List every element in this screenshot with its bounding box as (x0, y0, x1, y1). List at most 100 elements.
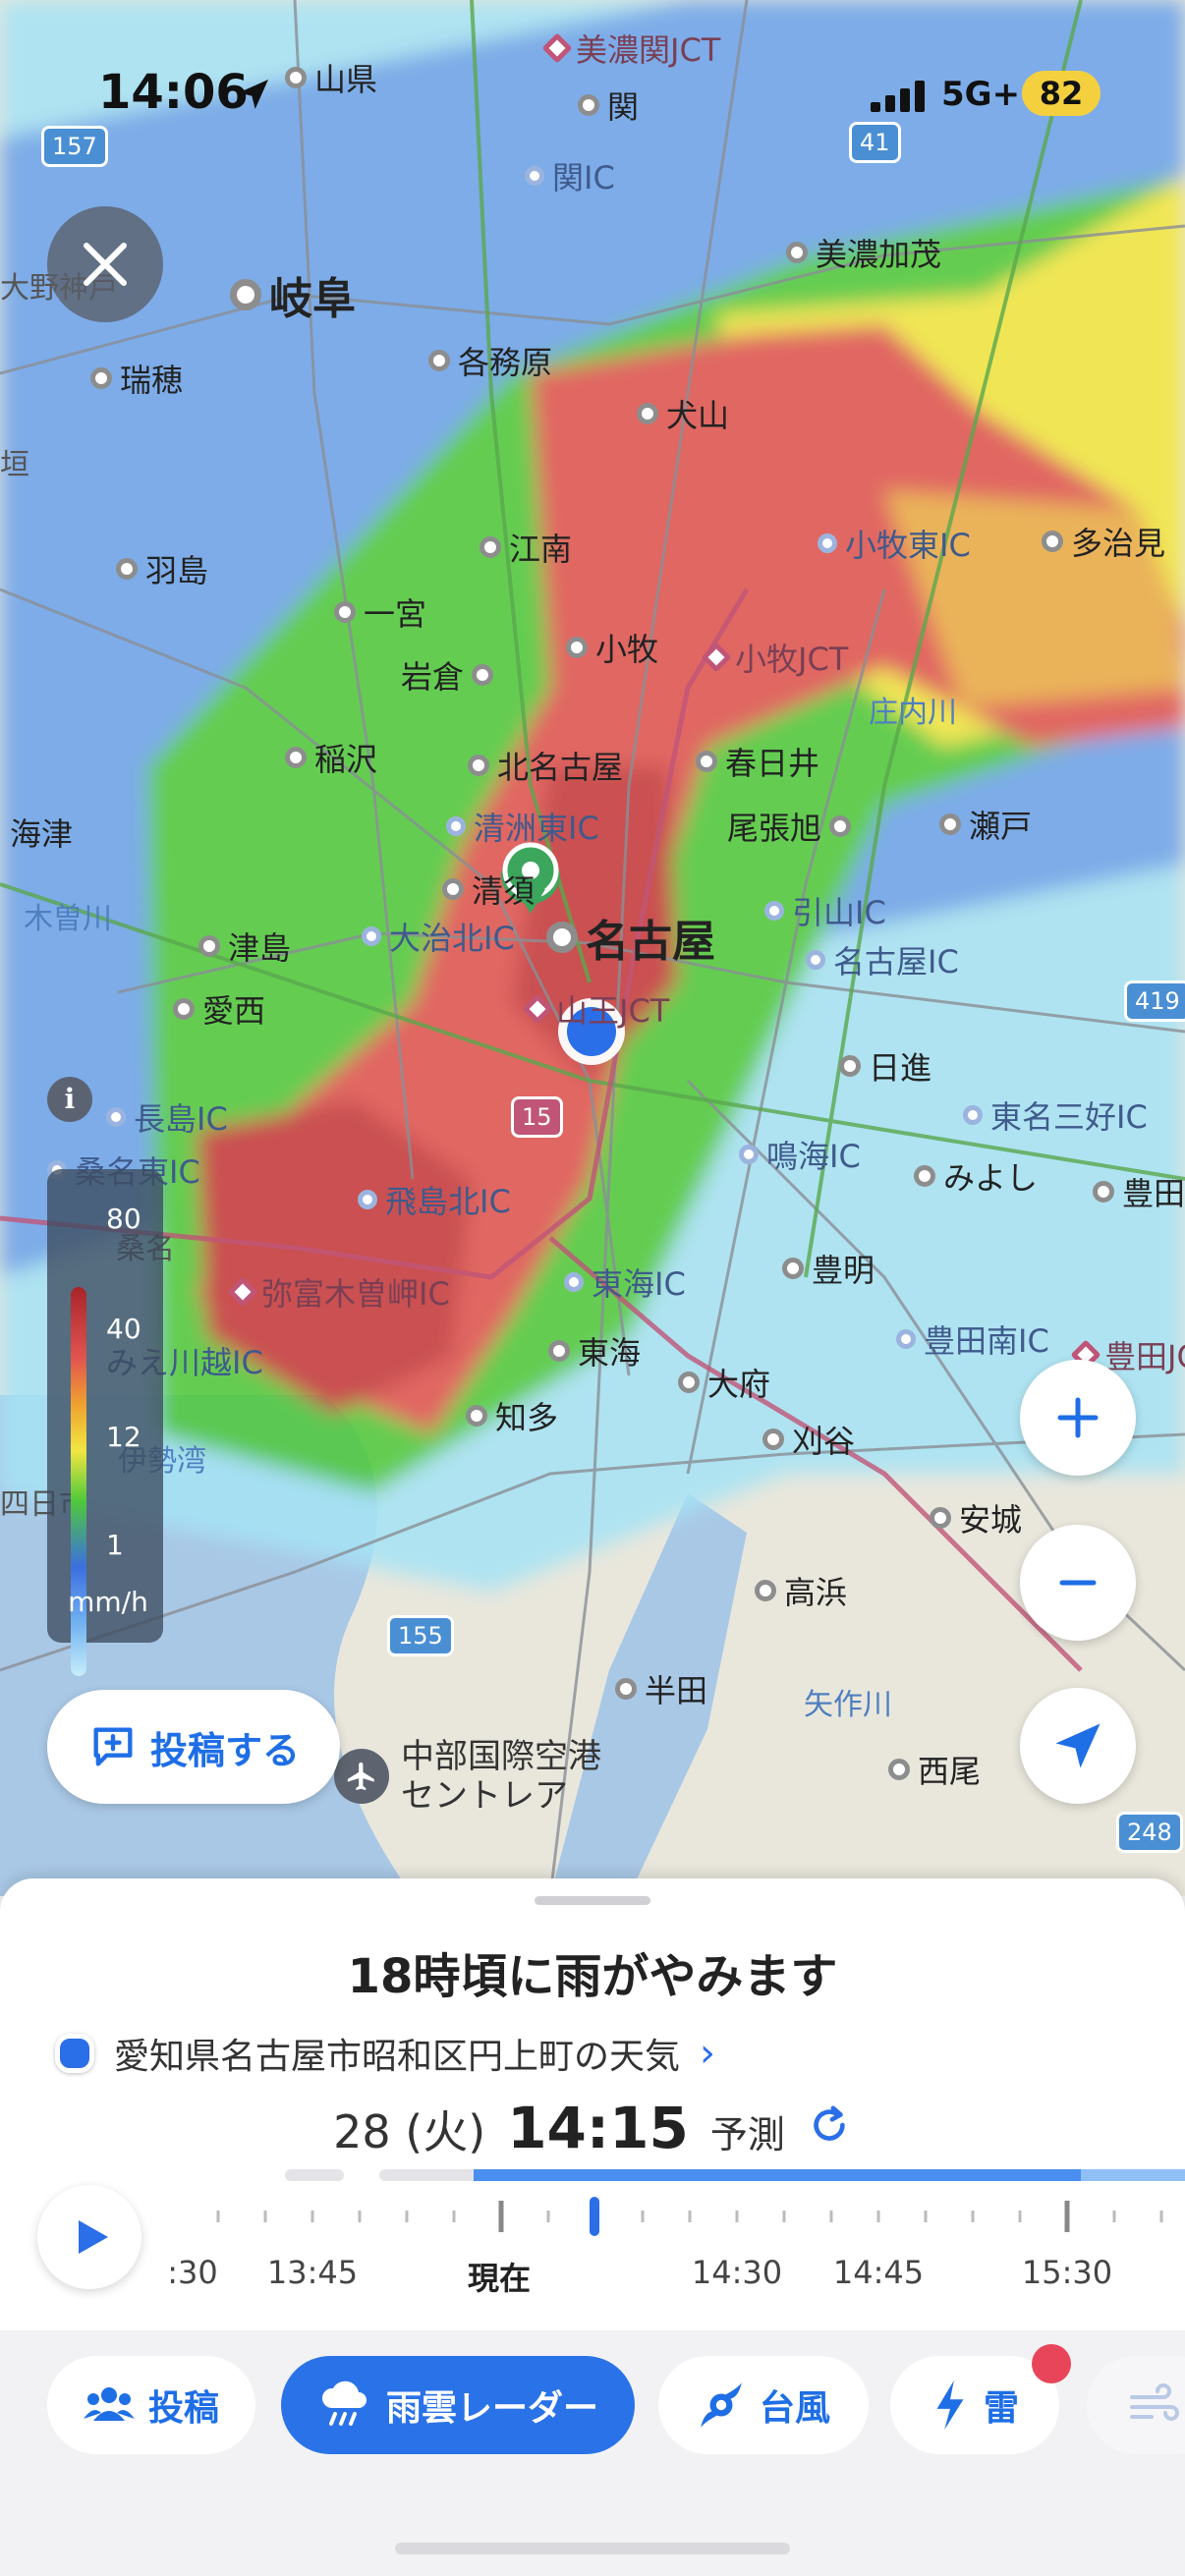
ic-label: 引山IC (764, 888, 886, 933)
water-label: 木曽川 (24, 902, 112, 936)
place-label: 羽島 (116, 546, 208, 591)
place-label: みよし (914, 1153, 1038, 1199)
ic-label: 小牧JCT (701, 635, 848, 680)
legend-level: 12 (106, 1421, 141, 1453)
ic-label: 名古屋IC (806, 937, 959, 982)
road-number-badge: 155 (387, 1615, 454, 1656)
tab-lightning[interactable]: 雷 (890, 2344, 1071, 2454)
tab-rain-radar[interactable]: 雨雲レーダー (281, 2356, 635, 2454)
place-label: 稲沢 (285, 735, 377, 780)
info-icon[interactable]: i (47, 1077, 92, 1122)
place-label: 刈谷 (762, 1417, 855, 1462)
ic-label: 豊田南IC (896, 1316, 1049, 1362)
forecast-time: 14:15 (507, 2095, 689, 2161)
timeline-label: 14:45 (832, 2254, 925, 2291)
location-dot-icon (55, 2034, 94, 2073)
status-time: 14:06 (98, 65, 249, 120)
place-label: 愛西 (173, 986, 265, 1032)
legend-level: 1 (106, 1529, 124, 1561)
legend-level: 80 (106, 1203, 141, 1235)
place-label: 尾張旭 (727, 804, 852, 849)
airport-name: 中部国際空港 (401, 1737, 601, 1776)
location-name: 愛知県名古屋市昭和区円上町の天気 (114, 2037, 681, 2077)
location-services-icon (239, 80, 268, 109)
timeline-label: 14:30 (691, 2254, 783, 2291)
place-label: 瀬戸 (939, 802, 1032, 847)
close-button[interactable] (47, 206, 163, 322)
lightning-icon (936, 2380, 964, 2430)
place-label: 犬山 (637, 391, 729, 436)
chat-plus-icon (93, 1727, 133, 1766)
timeline-track[interactable] (0, 2163, 1185, 2183)
ic-label: 東海IC (564, 1260, 686, 1305)
sheet-grabber[interactable] (535, 1896, 650, 1905)
time-header: 28 (火) 14:15 予測 (0, 2095, 1185, 2161)
road-number-badge: 248 (1116, 1812, 1183, 1853)
tab-wind[interactable] (1087, 2356, 1185, 2454)
place-label: 春日井 (696, 739, 819, 784)
place-label: 清須 (442, 867, 535, 912)
ic-label: 鳴海IC (739, 1132, 861, 1177)
zoom-in-button[interactable] (1020, 1360, 1136, 1476)
place-label: 東海 (548, 1328, 641, 1373)
close-icon (84, 243, 127, 286)
road-number-badge: 419 (1124, 980, 1185, 1022)
airplane-icon (334, 1749, 389, 1804)
place-label: 多治見 (1042, 519, 1165, 564)
refresh-icon[interactable] (807, 2102, 852, 2148)
bottom-tab-bar: 投稿 雨雲レーダー 台風 雷 (0, 2330, 1185, 2576)
place-label: 豊明 (782, 1246, 875, 1291)
timeline-ticks[interactable] (0, 2197, 1185, 2236)
minus-icon (1059, 1580, 1097, 1586)
notification-badge (1032, 2344, 1071, 2383)
place-label: 美濃加茂 (786, 230, 941, 275)
ic-label: 小牧東IC (818, 521, 971, 566)
location-arrow-icon (1055, 1723, 1100, 1768)
chevron-right-icon: › (700, 2031, 716, 2076)
tab-typhoon-label: 台風 (759, 2388, 830, 2429)
place-label: 岩倉 (401, 652, 494, 698)
post-button[interactable]: 投稿する (47, 1690, 340, 1804)
place-label: 半田 (615, 1666, 707, 1711)
ic-label: 清洲東IC (446, 804, 599, 849)
signal-icon (871, 81, 925, 112)
post-button-label: 投稿する (149, 1728, 300, 1772)
airport-label: 中部国際空港 セントレア (334, 1737, 601, 1816)
road-number-badge: 15 (511, 1096, 563, 1138)
tab-rain-radar-label: 雨雲レーダー (385, 2388, 598, 2429)
timeline-cursor (590, 2197, 599, 2236)
place-label: 北名古屋 (468, 743, 623, 788)
current-location-button[interactable] (1020, 1688, 1136, 1804)
place-label: 江南 (480, 525, 572, 570)
rain-radar-map[interactable]: 岐阜 名古屋 山県 関 美濃加茂 各務原 瑞穂 犬山 江南 羽島 一宮 小牧 多… (0, 0, 1185, 1896)
timeline-now-label: 現在 (467, 2260, 532, 2297)
tab-post[interactable]: 投稿 (47, 2356, 255, 2454)
forecast-headline: 18時頃に雨がやみます (347, 1949, 838, 2004)
ic-label: 弥富木曽岬IC (227, 1269, 450, 1315)
battery-indicator: 82 (1022, 71, 1100, 116)
forecast-date: 28 (火) (333, 2105, 486, 2158)
rain-legend: 80 40 12 1 mm/h (47, 1169, 163, 1676)
ic-label: 大治北IC (362, 914, 515, 959)
tab-lightning-label: 雷 (983, 2388, 1019, 2429)
timeline-label: :30 (167, 2254, 218, 2291)
place-label: 各務原 (428, 338, 552, 383)
place-label: 海津 (10, 815, 74, 853)
location-row[interactable]: 愛知県名古屋市昭和区円上町の天気 › (55, 2028, 715, 2079)
place-label: 津島 (198, 924, 291, 969)
place-label: 高浜 (755, 1568, 847, 1613)
network-type: 5G+ (941, 75, 1021, 114)
place-gifu: 岐阜 (230, 263, 356, 326)
legend-level: 40 (106, 1313, 141, 1345)
water-label: 庄内川 (869, 696, 957, 730)
zoom-out-button[interactable] (1020, 1525, 1136, 1641)
legend-color-bar (71, 1287, 86, 1676)
plus-icon (1057, 1397, 1099, 1438)
tab-typhoon[interactable]: 台風 (658, 2356, 869, 2454)
place-label: 豊田 (1093, 1169, 1185, 1214)
water-label: 矢作川 (804, 1688, 892, 1722)
timeline-label: 15:30 (1021, 2254, 1113, 2291)
timeline-label: 13:45 (266, 2254, 359, 2291)
place-nagoya: 名古屋 (546, 906, 715, 969)
place-label: 日進 (839, 1043, 931, 1089)
